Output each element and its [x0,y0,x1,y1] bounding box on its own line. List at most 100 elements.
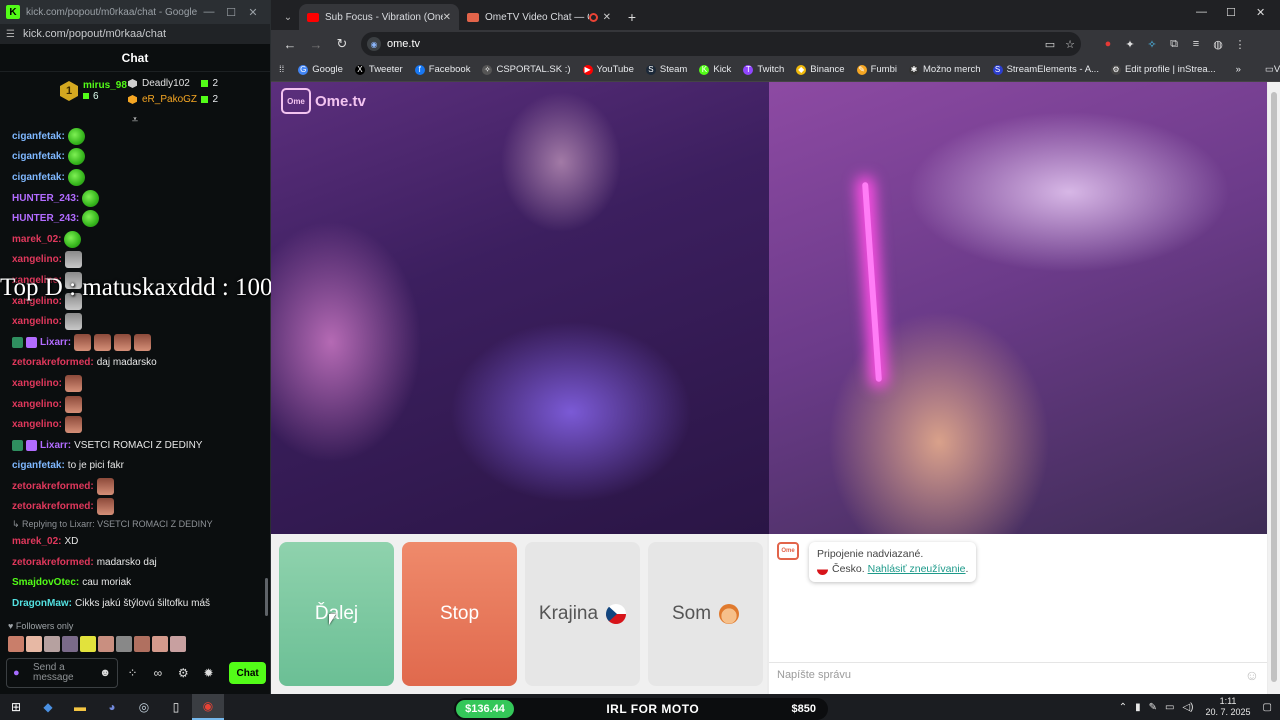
all-bookmarks-folder[interactable]: ▭ Všetky záložky [1265,64,1280,75]
pen-icon[interactable]: ✎ [1149,702,1157,713]
chat-username[interactable]: ciganfetak: [12,151,65,162]
chat-username[interactable]: xangelino: [12,378,62,389]
minimize-icon[interactable]: — [198,6,220,18]
settings-gear-icon[interactable]: ⚙ [173,666,194,680]
bookmark-item[interactable]: ▶ YouTube [582,64,634,75]
bookmark-item[interactable]: S Steam [645,64,687,75]
menu-kebab-icon[interactable]: ⋮ [1229,38,1251,51]
bookmarks-overflow-icon[interactable]: » [1236,64,1241,75]
bookmark-item[interactable]: ⚙ Edit profile | inStrea... [1110,64,1216,75]
tab-youtube[interactable]: Sub Focus - Vibration (One Mo... ✕ [299,4,459,30]
chat-username[interactable]: SmajdovOtec: [12,577,79,588]
bookmark-item[interactable]: T Twitch [743,64,784,75]
message-input[interactable]: Napíšte správu ☺ [769,662,1267,686]
bookmark-item[interactable]: S StreamElements - A... [992,64,1099,75]
profile-avatar-icon[interactable]: ◍ [1207,38,1229,51]
country-select-button[interactable]: Krajina [525,542,640,686]
volume-icon[interactable]: ◁) [1182,702,1193,713]
leaderboard-row[interactable]: Deadly102 2 [128,78,218,89]
send-message-input[interactable]: ● Send a message ☻ [6,658,118,688]
leaderboard-first[interactable]: 1 mirus_98 6 [60,80,127,102]
stop-button[interactable]: Stop [402,542,517,686]
close-icon[interactable]: ✕ [1256,6,1265,19]
chat-send-button[interactable]: Chat [229,662,267,684]
extension-icon[interactable]: ✧ [1141,38,1163,51]
chat-username[interactable]: HUNTER_243: [12,193,79,204]
bookmark-item[interactable]: f Facebook [414,64,470,75]
taskbar-clock[interactable]: 1:11 20. 7. 2025 [1206,696,1251,718]
address-bar[interactable]: ◉ ome.tv ▭ ☆ [361,32,1081,56]
recent-emote-icon[interactable] [26,636,42,652]
extensions-puzzle-icon[interactable]: ⧉ [1163,38,1185,51]
recent-emote-icon[interactable] [152,636,168,652]
cast-icon[interactable]: ▭ [1045,38,1055,51]
emoji-icon[interactable]: ☺ [1245,667,1259,683]
windows-start-icon[interactable]: ⊞ [0,694,32,720]
chat-username[interactable]: HUNTER_243: [12,213,79,224]
bookmark-item[interactable]: ✎ Fumbi [856,64,897,75]
chat-username[interactable]: zetorakreformed: [12,357,94,368]
chat-username[interactable]: marek_02: [12,536,61,547]
reload-icon[interactable]: ↻ [329,36,355,52]
microphone-icon[interactable]: ▮ [1135,702,1141,713]
extension-icon[interactable]: ✦ [1119,38,1141,51]
bookmark-item[interactable]: K Kick [699,64,731,75]
file-explorer-icon[interactable]: ▬ [64,694,96,720]
chat-username[interactable]: xangelino: [12,316,62,327]
chat-scrollbar[interactable] [265,578,268,616]
minimize-icon[interactable]: — [1196,6,1207,18]
chat-username[interactable]: DragonMaw: [12,598,72,609]
recent-emote-icon[interactable] [116,636,132,652]
chat-username[interactable]: xangelino: [12,399,62,410]
new-tab-icon[interactable]: + [619,4,645,30]
chat-username[interactable]: zetorakreformed: [12,501,94,512]
network-icon[interactable]: ▭ [1165,702,1174,713]
site-settings-icon[interactable]: ☰ [6,29,15,40]
kick-url-bar[interactable]: ☰ kick.com/popout/m0rkaa/chat [0,24,270,44]
recent-emote-icon[interactable] [44,636,60,652]
close-tab-icon[interactable]: ✕ [443,12,451,23]
maximize-icon[interactable]: ☐ [220,6,242,19]
chat-username[interactable]: Lixarr: [40,337,71,348]
media-control-icon[interactable]: ≡ [1185,38,1207,50]
gift-icon[interactable]: ⁘ [122,666,143,680]
chat-username[interactable]: ciganfetak: [12,131,65,142]
chat-username[interactable]: Lixarr: [40,440,71,451]
recent-emote-icon[interactable] [98,636,114,652]
recent-emote-icon[interactable] [8,636,24,652]
recent-emote-icon[interactable] [80,636,96,652]
back-icon[interactable]: ← [277,37,303,52]
chat-username[interactable]: ciganfetak: [12,172,65,183]
emoji-icon[interactable]: ☻ [99,667,111,679]
tab-search-icon[interactable]: ⌄ [277,4,299,30]
extension-record-icon[interactable]: ● [1097,38,1119,50]
forward-icon[interactable]: → [303,37,329,52]
discord-icon[interactable]: ◕ [96,694,128,720]
leaderboard-row[interactable]: eR_PakoGZ 2 [128,94,218,105]
close-icon[interactable]: ✕ [242,6,264,19]
site-info-icon[interactable]: ◉ [367,37,381,51]
tab-ometv[interactable]: OmeTV Video Chat — Ome... ✕ [459,4,619,30]
tray-chevron-icon[interactable]: ⌃ [1119,702,1127,713]
notifications-icon[interactable]: ▢ [1263,702,1272,713]
maximize-icon[interactable]: ☐ [1226,6,1236,19]
mic-icon[interactable]: ● [13,667,25,679]
close-tab-icon[interactable]: ✕ [603,12,611,23]
report-abuse-link[interactable]: Nahlásiť zneužívanie [868,563,966,575]
gender-select-button[interactable]: Som [648,542,763,686]
chat-username[interactable]: marek_02: [12,234,61,245]
infinity-icon[interactable]: ∞ [147,666,168,680]
chat-username[interactable]: ciganfetak: [12,460,65,471]
notepad-icon[interactable]: ▯ [160,694,192,720]
settings-badge-icon[interactable]: ✹ [198,666,219,680]
page-scrollbar[interactable] [1268,82,1280,694]
bookmark-star-icon[interactable]: ☆ [1065,38,1075,51]
steam-icon[interactable]: ◎ [128,694,160,720]
next-button[interactable]: Ďalej [279,542,394,686]
chrome-taskbar-icon[interactable]: ◉ [192,694,224,720]
bookmark-item[interactable]: ◆ Binance [796,64,845,75]
apps-grid-icon[interactable]: ⁞⁞ [279,64,284,75]
bookmark-item[interactable]: G Google [298,64,343,75]
app-icon[interactable]: ◆ [32,694,64,720]
bookmark-item[interactable]: ✱ Možno merch [909,64,981,75]
